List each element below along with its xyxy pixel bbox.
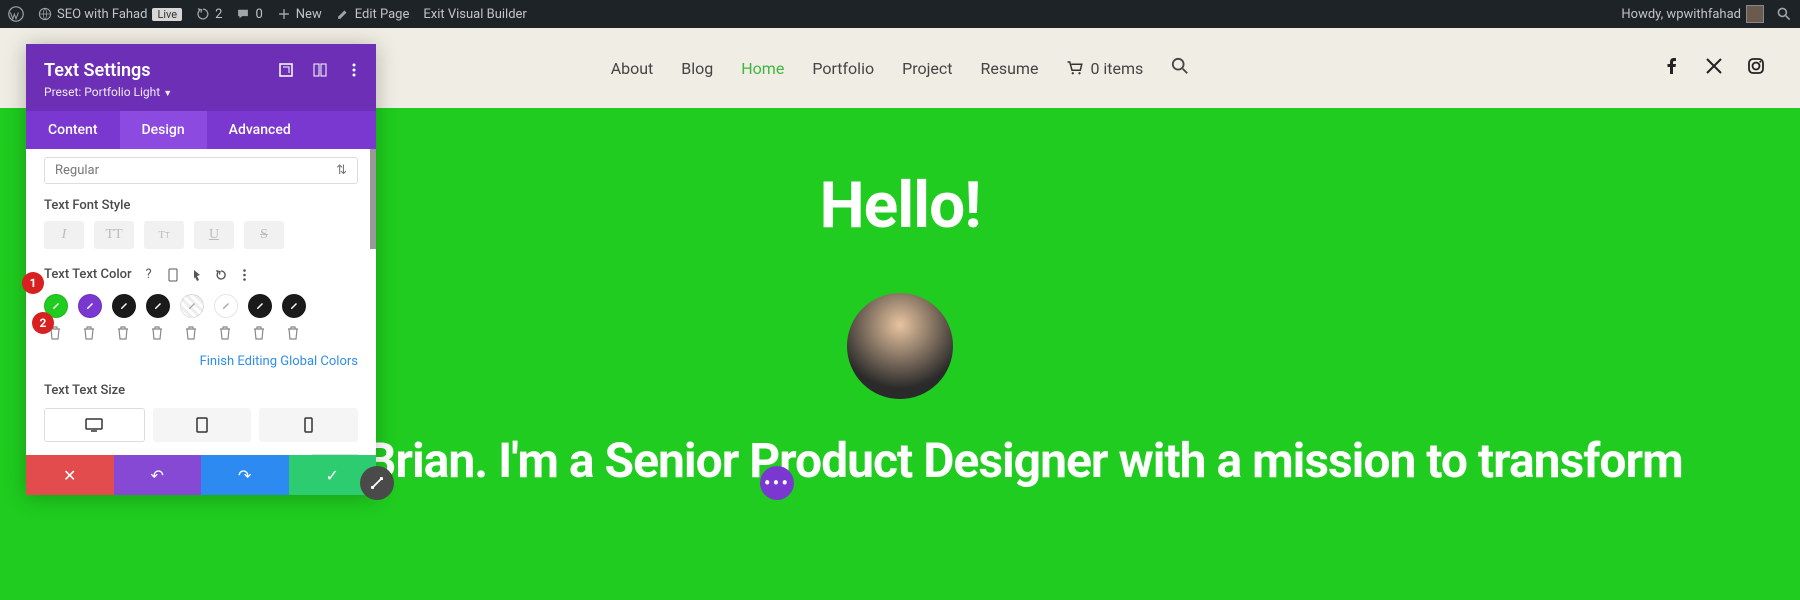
wp-admin-bar: SEO with Fahad Live 2 0 New Edit Page Ex…: [0, 0, 1800, 28]
search-icon[interactable]: [1776, 6, 1792, 22]
color-swatches: [44, 294, 358, 340]
comments[interactable]: 0: [236, 7, 262, 22]
finish-editing-global-colors[interactable]: Finish Editing Global Colors: [44, 354, 358, 369]
tab-design[interactable]: Design: [120, 111, 207, 149]
annotation-marker-2: 2: [32, 312, 54, 334]
tab-advanced[interactable]: Advanced: [207, 111, 313, 149]
panel-footer: ✕ ↶ ↷ ✓: [26, 455, 376, 495]
nav-blog[interactable]: Blog: [681, 59, 713, 78]
color-more-icon[interactable]: [238, 268, 252, 282]
trash-icon[interactable]: [253, 326, 267, 340]
font-weight-select[interactable]: Regular ⇅: [44, 157, 358, 184]
nav-portfolio[interactable]: Portfolio: [812, 59, 874, 78]
trash-icon[interactable]: [83, 326, 97, 340]
x-twitter-icon[interactable]: [1706, 58, 1722, 79]
edit-page[interactable]: Edit Page: [336, 7, 410, 22]
device-tablet[interactable]: [153, 408, 252, 442]
howdy-user[interactable]: Howdy, wpwithfahad: [1621, 5, 1764, 23]
grid-icon[interactable]: [312, 62, 328, 78]
nav-home[interactable]: Home: [741, 59, 784, 78]
wp-logo-icon[interactable]: [8, 6, 24, 22]
device-phone[interactable]: [259, 408, 358, 442]
revisions[interactable]: 2: [196, 7, 222, 22]
drag-handle-icon[interactable]: [360, 466, 394, 500]
help-icon[interactable]: ?: [142, 268, 156, 282]
nav-search-icon[interactable]: [1171, 57, 1189, 79]
label-text-size: Text Text Size: [44, 383, 358, 398]
label-font-style: Text Font Style: [44, 198, 358, 213]
panel-tabs: Content Design Advanced: [26, 111, 376, 149]
color-swatch-3[interactable]: [146, 294, 170, 318]
module-options-icon[interactable]: •••: [760, 466, 794, 500]
exit-visual-builder[interactable]: Exit Visual Builder: [423, 7, 526, 22]
nav-about[interactable]: About: [611, 59, 654, 78]
text-settings-panel: Text Settings Preset: Portfolio Light ▼ …: [26, 44, 376, 495]
color-swatch-4[interactable]: [180, 294, 204, 318]
color-swatch-2[interactable]: [112, 294, 136, 318]
annotation-marker-1: 1: [22, 272, 44, 294]
cancel-button[interactable]: ✕: [26, 455, 114, 495]
instagram-icon[interactable]: [1748, 58, 1764, 79]
text-size-value[interactable]: 16px: [312, 454, 358, 455]
select-caret-icon: ⇅: [336, 163, 347, 178]
nav-project[interactable]: Project: [902, 59, 952, 78]
user-avatar-icon: [1746, 5, 1764, 23]
device-desktop[interactable]: [44, 408, 145, 442]
trash-icon[interactable]: [117, 326, 131, 340]
hero-avatar: [847, 293, 953, 399]
panel-preset[interactable]: Preset: Portfolio Light ▼: [44, 85, 358, 99]
more-icon[interactable]: [346, 62, 362, 78]
trash-icon[interactable]: [219, 326, 233, 340]
italic-button[interactable]: I: [44, 221, 84, 249]
trash-icon[interactable]: [185, 326, 199, 340]
smallcaps-button[interactable]: TT: [144, 221, 184, 249]
site-name[interactable]: SEO with Fahad Live: [38, 7, 182, 22]
label-text-color: Text Text Color: [44, 267, 132, 282]
strikethrough-button[interactable]: S: [244, 221, 284, 249]
hero-hello: Hello!: [819, 168, 980, 243]
color-swatch-1[interactable]: [78, 294, 102, 318]
cart-icon: [1066, 60, 1084, 76]
nav-resume[interactable]: Resume: [981, 59, 1039, 78]
underline-button[interactable]: U: [194, 221, 234, 249]
uppercase-button[interactable]: TT: [94, 221, 134, 249]
color-swatch-7[interactable]: [282, 294, 306, 318]
trash-icon[interactable]: [151, 326, 165, 340]
hover-icon[interactable]: [190, 268, 204, 282]
tab-content[interactable]: Content: [26, 111, 120, 149]
panel-header: Text Settings Preset: Portfolio Light ▼: [26, 44, 376, 111]
trash-icon[interactable]: [287, 326, 301, 340]
reset-icon[interactable]: [214, 268, 228, 282]
expand-icon[interactable]: [278, 62, 294, 78]
cart-link[interactable]: 0 items: [1066, 59, 1143, 78]
color-swatch-6[interactable]: [248, 294, 272, 318]
undo-button[interactable]: ↶: [114, 455, 202, 495]
color-swatch-5[interactable]: [214, 294, 238, 318]
facebook-icon[interactable]: [1664, 58, 1680, 79]
tablet-icon[interactable]: [166, 268, 180, 282]
new-content[interactable]: New: [277, 7, 322, 22]
redo-button[interactable]: ↷: [201, 455, 289, 495]
